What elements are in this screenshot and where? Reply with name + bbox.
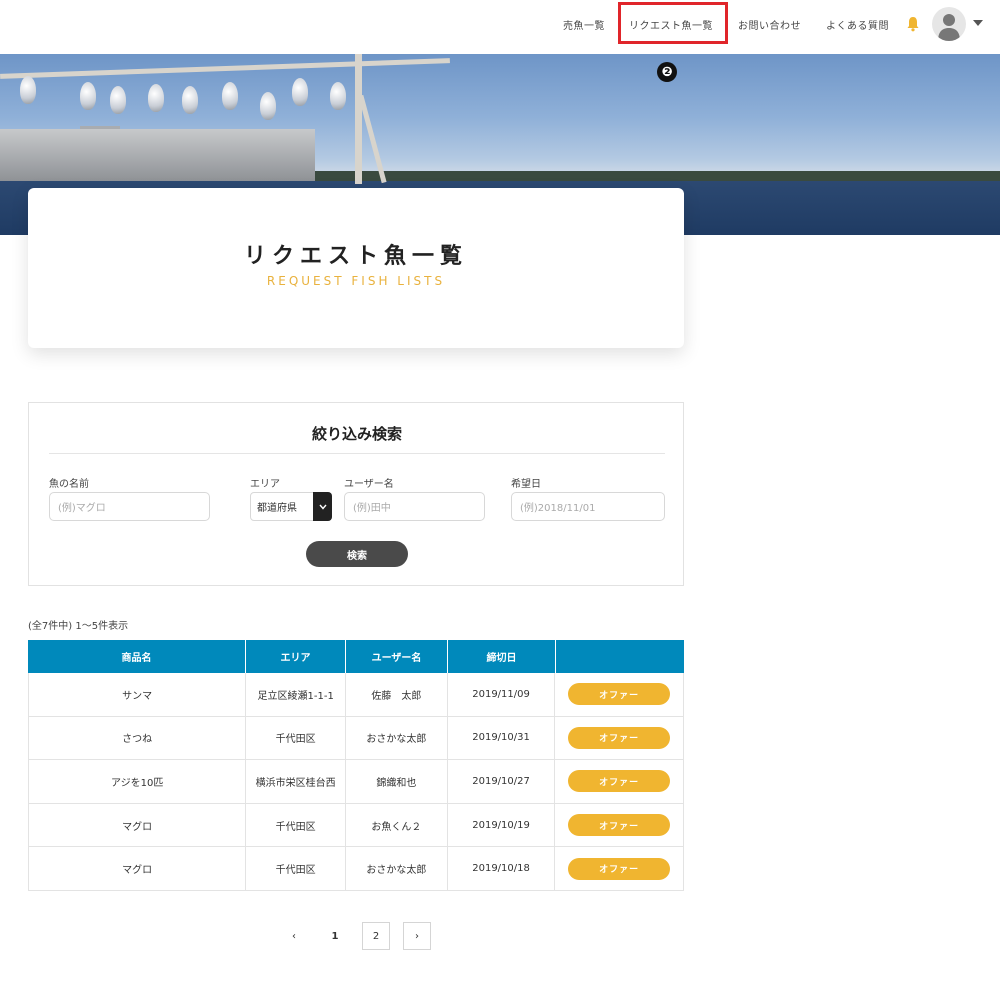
- cell-action: オファー: [555, 760, 683, 803]
- cell-deadline: 2019/10/19: [448, 803, 556, 847]
- header-user-name: ユーザー名: [346, 640, 448, 673]
- pagination-prev[interactable]: ‹: [280, 922, 308, 950]
- user-name-input[interactable]: (例)田中: [344, 492, 485, 521]
- page-title-card: リクエスト魚一覧 REQUEST FISH LISTS: [28, 188, 684, 348]
- nav-highlight-box: [618, 2, 728, 44]
- lamp-bulb: [148, 84, 164, 112]
- lamp-bulb: [20, 76, 36, 104]
- desired-date-input[interactable]: (例)2018/11/01: [511, 492, 665, 521]
- header-product-name: 商品名: [28, 640, 246, 673]
- nav-item-faq[interactable]: よくある質問: [826, 17, 889, 32]
- offer-button[interactable]: オファー: [568, 726, 671, 749]
- fish-name-label: 魚の名前: [49, 479, 89, 490]
- pagination-page-1[interactable]: 1: [321, 922, 349, 950]
- offer-button[interactable]: オファー: [568, 683, 671, 706]
- hero-pole: [0, 58, 450, 79]
- cell-deadline: 2019/10/31: [448, 716, 556, 760]
- cell-product-name: アジを10匹: [29, 760, 247, 803]
- nav-item-contact[interactable]: お問い合わせ: [738, 17, 801, 32]
- site-header: 売魚一覧 リクエスト魚一覧 お問い合わせ よくある質問: [0, 0, 1000, 54]
- cell-area: 横浜市栄区桂台西: [246, 760, 347, 803]
- cell-area: 千代田区: [246, 847, 347, 890]
- bell-icon[interactable]: [906, 16, 920, 32]
- request-fish-table: 商品名 エリア ユーザー名 締切日 サンマ 足立区綾瀬1-1-1 佐藤 太郎 2…: [28, 640, 684, 891]
- result-count: (全7件中) 1～5件表示: [28, 621, 129, 632]
- table-row: サンマ 足立区綾瀬1-1-1 佐藤 太郎 2019/11/09 オファー: [28, 673, 684, 717]
- offer-button[interactable]: オファー: [568, 770, 671, 793]
- table-header: 商品名 エリア ユーザー名 締切日: [28, 640, 684, 673]
- cell-action: オファー: [555, 673, 683, 716]
- cell-action: オファー: [555, 804, 683, 847]
- user-avatar[interactable]: [932, 7, 966, 41]
- table-row: マグロ 千代田区 おさかな太郎 2019/10/18 オファー: [28, 847, 684, 891]
- cell-user-name: 錦織和也: [346, 760, 448, 803]
- table-row: さつね 千代田区 おさかな太郎 2019/10/31 オファー: [28, 716, 684, 761]
- lamp-bulb: [292, 78, 308, 106]
- lamp-bulb: [260, 92, 276, 120]
- chevron-down-icon[interactable]: [313, 492, 332, 521]
- lamp-bulb: [110, 86, 126, 114]
- cell-deadline: 2019/11/09: [448, 673, 556, 716]
- cell-user-name: おさかな太郎: [346, 847, 448, 890]
- cell-product-name: マグロ: [29, 803, 247, 847]
- offer-button[interactable]: オファー: [568, 814, 671, 837]
- hero-building: [0, 129, 315, 181]
- cell-user-name: おさかな太郎: [346, 716, 448, 760]
- lamp-bulb: [182, 86, 198, 114]
- nav-item-sell-fish-list[interactable]: 売魚一覧: [563, 17, 605, 32]
- cell-area: 千代田区: [246, 803, 347, 847]
- search-button[interactable]: 検索: [306, 541, 408, 567]
- cell-area: 足立区綾瀬1-1-1: [246, 673, 347, 716]
- area-select[interactable]: 都道府県: [250, 492, 332, 521]
- table-row: アジを10匹 横浜市栄区桂台西 錦織和也 2019/10/27 オファー: [28, 760, 684, 804]
- hero-mast: [355, 54, 362, 184]
- page-title: リクエスト魚一覧: [243, 244, 468, 269]
- filter-search-title: 絞り込み検索: [311, 425, 402, 443]
- offer-button[interactable]: オファー: [568, 857, 671, 880]
- area-select-value: 都道府県: [257, 503, 297, 514]
- pagination-page-2[interactable]: 2: [362, 922, 390, 950]
- hero-mast-brace: [358, 94, 387, 184]
- divider: [49, 453, 665, 454]
- fish-name-input[interactable]: (例)マグロ: [49, 492, 210, 521]
- cell-product-name: マグロ: [29, 847, 247, 890]
- lamp-bulb: [222, 82, 238, 110]
- desired-date-label: 希望日: [511, 479, 541, 490]
- filter-search-panel: 絞り込み検索 魚の名前 (例)マグロ エリア 都道府県 ユーザー名 (例)田中 …: [28, 402, 684, 586]
- lamp-bulb: [80, 82, 96, 110]
- header-action: [556, 640, 684, 673]
- cell-user-name: 佐藤 太郎: [346, 673, 448, 716]
- chevron-down-icon[interactable]: [973, 20, 983, 26]
- table-row: マグロ 千代田区 お魚くん２ 2019/10/19 オファー: [28, 803, 684, 848]
- user-name-label: ユーザー名: [344, 479, 394, 490]
- cell-product-name: さつね: [29, 716, 247, 760]
- cell-deadline: 2019/10/27: [448, 760, 556, 803]
- cell-product-name: サンマ: [29, 673, 247, 716]
- cell-deadline: 2019/10/18: [448, 847, 556, 890]
- pagination-next[interactable]: ›: [403, 922, 431, 950]
- page-subtitle: REQUEST FISH LISTS: [266, 274, 446, 288]
- area-label: エリア: [250, 479, 280, 490]
- annotation-number-badge: ❷: [657, 62, 677, 82]
- lamp-bulb: [330, 82, 346, 110]
- cell-action: オファー: [555, 717, 683, 760]
- hero-shoreline: [315, 171, 1000, 181]
- user-silhouette-icon: [938, 14, 960, 41]
- header-deadline: 締切日: [448, 640, 556, 673]
- cell-action: オファー: [555, 847, 683, 890]
- cell-area: 千代田区: [246, 716, 347, 760]
- cell-user-name: お魚くん２: [346, 803, 448, 847]
- header-area: エリア: [246, 640, 346, 673]
